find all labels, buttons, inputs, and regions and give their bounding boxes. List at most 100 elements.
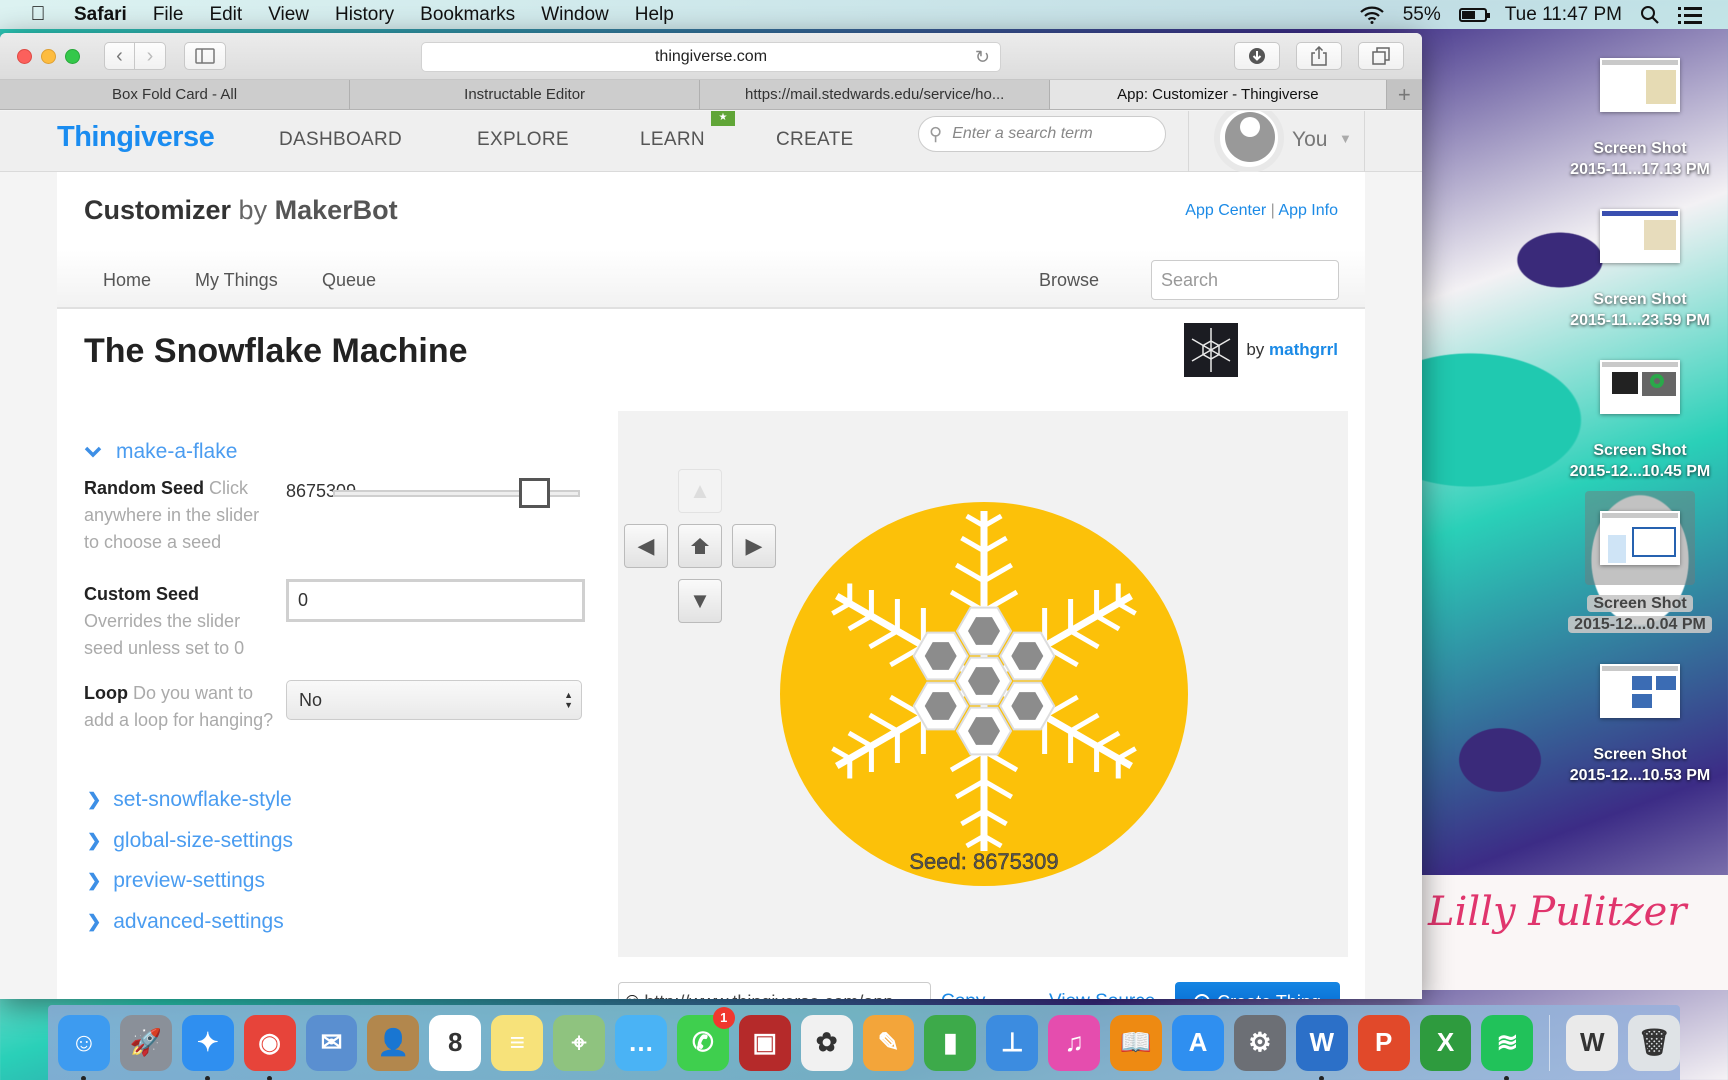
menu-help[interactable]: Help xyxy=(635,4,674,26)
rotate-up-button[interactable]: ▲ xyxy=(678,469,722,513)
address-bar[interactable]: thingiverse.com ↻ xyxy=(421,42,1001,72)
dock-app-facetime[interactable]: ✆ 1 xyxy=(676,1006,735,1071)
close-window-button[interactable] xyxy=(17,48,32,64)
spotlight-search-icon[interactable] xyxy=(1640,5,1660,25)
dock-app-ibooks[interactable]: 📖 xyxy=(1110,1014,1163,1071)
nav-create[interactable]: CREATE xyxy=(776,129,853,151)
browser-tab[interactable]: Box Fold Card - All xyxy=(0,80,351,109)
custom-seed-input[interactable]: 0 xyxy=(286,579,585,622)
nav-dashboard[interactable]: DASHBOARD xyxy=(279,129,402,151)
customizer-search-input[interactable]: Search xyxy=(1151,260,1339,300)
nav-learn[interactable]: LEARN xyxy=(640,129,705,151)
mail-icon: ✉ xyxy=(320,1027,343,1057)
app-info-link[interactable]: App Info xyxy=(1278,202,1338,219)
dock-app-numbers[interactable]: ▮ xyxy=(924,1014,977,1071)
desktop-file-selected[interactable]: Screen Shot 2015-12...0.04 PM xyxy=(1565,491,1715,635)
browser-tab[interactable]: Instructable Editor xyxy=(350,80,701,109)
app-links: App Center | App Info xyxy=(1185,202,1338,220)
browser-tab-active[interactable]: App: Customizer - Thingiverse xyxy=(1050,80,1387,109)
param-group-set-snowflake-style[interactable]: ❯ set-snowflake-style xyxy=(87,788,292,812)
battery-icon[interactable] xyxy=(1458,7,1490,22)
menu-app-safari[interactable]: Safari xyxy=(74,4,127,26)
wifi-icon[interactable] xyxy=(1359,6,1385,24)
dock-app-spotify[interactable]: ≋ xyxy=(1481,1014,1534,1080)
notification-center-icon[interactable] xyxy=(1678,6,1702,24)
dock-app-photo-booth[interactable]: ▣ xyxy=(738,1014,791,1071)
dock-app-word[interactable]: W xyxy=(1295,1014,1348,1080)
dock-app-finder[interactable]: ☺ xyxy=(58,1014,110,1080)
dock-app-launchpad[interactable]: 🚀 xyxy=(119,1014,172,1071)
menu-view[interactable]: View xyxy=(268,4,309,26)
downloads-button[interactable] xyxy=(1234,42,1280,70)
dock-app-itunes[interactable]: ♫ xyxy=(1048,1014,1101,1071)
reload-icon[interactable]: ↻ xyxy=(975,47,990,68)
minimize-window-button[interactable] xyxy=(41,48,56,64)
thingiverse-logo[interactable]: Thingiverse xyxy=(57,121,215,154)
subnav-home[interactable]: Home xyxy=(103,270,151,291)
copy-link[interactable]: Copy xyxy=(941,991,985,999)
share-url-field[interactable]: ♾ http://www.thingiverse.com/app xyxy=(618,982,931,999)
dock-app-powerpoint[interactable]: P xyxy=(1357,1014,1410,1071)
dock-app-app-store[interactable]: A xyxy=(1172,1014,1224,1071)
rotate-right-button[interactable]: ▶ xyxy=(732,524,776,568)
reset-view-button[interactable] xyxy=(678,524,722,568)
desktop-file[interactable]: Screen Shot 2015-11...23.59 PM xyxy=(1565,209,1715,331)
menu-window[interactable]: Window xyxy=(541,4,609,26)
new-tab-button[interactable]: + xyxy=(1386,80,1422,109)
loop-select[interactable]: No ▲ ▼ xyxy=(286,680,582,720)
menu-file[interactable]: File xyxy=(153,4,184,26)
menu-edit[interactable]: Edit xyxy=(209,4,242,26)
zoom-window-button[interactable] xyxy=(65,48,80,64)
rotate-down-button[interactable]: ▼ xyxy=(678,579,722,623)
dock-app-notes[interactable]: ≡ xyxy=(491,1014,544,1071)
dock-app-pages[interactable]: ✎ xyxy=(862,1014,915,1071)
dock-app-contacts[interactable]: 👤 xyxy=(367,1014,420,1071)
back-button[interactable]: ‹ xyxy=(104,42,135,70)
3d-preview-panel[interactable]: ▲ ◀ ▶ ▼ Seed: 8675309 xyxy=(618,411,1348,957)
desktop-file[interactable]: Screen Shot 2015-11...17.13 PM xyxy=(1565,58,1715,180)
subnav-queue[interactable]: Queue xyxy=(322,270,376,291)
view-source-link[interactable]: View Source xyxy=(1049,991,1155,999)
desktop-file[interactable]: Screen Shot 2015-12...10.53 PM xyxy=(1565,664,1715,786)
show-tabs-button[interactable] xyxy=(1358,42,1404,70)
param-group-preview-settings[interactable]: ❯ preview-settings xyxy=(87,869,265,893)
share-button[interactable] xyxy=(1296,42,1342,70)
site-search-input[interactable]: ⚲ Enter a search term xyxy=(918,116,1166,152)
subnav-my-things[interactable]: My Things xyxy=(195,270,278,291)
rotate-left-button[interactable]: ◀ xyxy=(624,524,668,568)
user-menu[interactable]: You ▼ xyxy=(1188,111,1365,173)
file-name-line2: 2015-12...10.53 PM xyxy=(1569,767,1711,784)
apple-menu-icon[interactable]:  xyxy=(28,3,48,26)
dock-app-photos[interactable]: ✿ xyxy=(800,1014,853,1071)
create-thing-button[interactable]: ↓ Create Thing xyxy=(1175,982,1340,999)
dock-app-maps[interactable]: ⌖ xyxy=(553,1014,606,1071)
author-link[interactable]: mathgrrl xyxy=(1269,340,1338,359)
browser-tab[interactable]: https://mail.stedwards.edu/service/ho... xyxy=(700,80,1051,109)
dock-app-word-document[interactable]: W xyxy=(1566,1014,1619,1071)
notification-badge: 1 xyxy=(712,1006,735,1029)
subnav-browse[interactable]: Browse xyxy=(1039,270,1099,291)
dock-app-excel[interactable]: X xyxy=(1419,1014,1472,1071)
param-group-advanced-settings[interactable]: ❯ advanced-settings xyxy=(87,910,284,934)
forward-button[interactable]: › xyxy=(135,42,166,70)
menu-history[interactable]: History xyxy=(335,4,394,26)
thing-thumbnail[interactable] xyxy=(1184,323,1238,377)
dock-app-safari[interactable]: ✦ xyxy=(181,1014,234,1080)
dock-app-chrome[interactable]: ◉ xyxy=(243,1014,296,1080)
app-center-link[interactable]: App Center xyxy=(1185,202,1266,219)
desktop-file[interactable]: Screen Shot 2015-12...10.45 PM xyxy=(1565,360,1715,482)
dock-app-trash[interactable]: 🗑 xyxy=(1628,1014,1681,1071)
dock-app-mail[interactable]: ✉ xyxy=(305,1014,358,1071)
menu-bookmarks[interactable]: Bookmarks xyxy=(420,4,515,26)
dock-app-keynote[interactable]: ⊥ xyxy=(986,1014,1039,1071)
running-indicator xyxy=(81,1075,86,1080)
sidebar-toggle-button[interactable] xyxy=(184,42,226,70)
param-group-global-size-settings[interactable]: ❯ global-size-settings xyxy=(87,829,293,853)
dock-app-calendar[interactable]: 8 xyxy=(429,1014,482,1071)
nav-explore[interactable]: EXPLORE xyxy=(477,129,569,151)
param-group-make-a-flake[interactable]: make-a-flake xyxy=(84,440,237,464)
clock[interactable]: Tue 11:47 PM xyxy=(1505,4,1622,26)
random-seed-slider-handle[interactable] xyxy=(518,478,550,508)
dock-app-messages[interactable]: … xyxy=(615,1014,667,1071)
dock-app-system-preferences[interactable]: ⚙ xyxy=(1233,1014,1286,1071)
